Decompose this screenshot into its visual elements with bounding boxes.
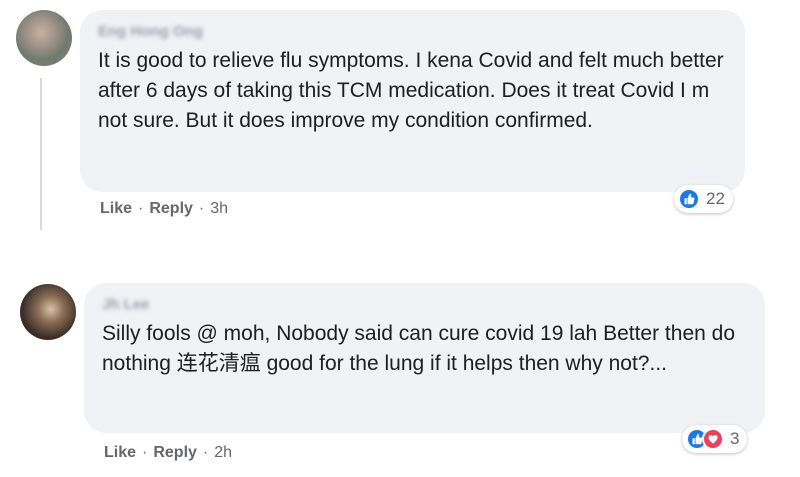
comment-bubble: Eng Hong Ong It is good to relieve flu s… [80,10,745,192]
comment-timestamp[interactable]: 3h [210,200,228,217]
like-button[interactable]: Like [100,200,132,217]
comment-author[interactable]: Jh Lee [102,295,747,315]
thread-connector-line [40,78,42,230]
reaction-count: 22 [706,189,725,208]
comment-actions: Like · Reply · 3h [100,200,228,218]
avatar[interactable] [16,10,72,66]
like-button[interactable]: Like [104,444,136,461]
like-icon [678,188,700,210]
love-icon [702,428,724,450]
comment-text: It is good to relieve flu symptoms. I ke… [98,49,724,132]
separator-dot: · [138,200,144,217]
reply-button[interactable]: Reply [149,200,193,217]
comment-author[interactable]: Eng Hong Ong [98,22,727,42]
comment-actions: Like · Reply · 2h [104,444,232,462]
separator-dot: · [202,444,209,461]
separator-dot: · [198,200,205,217]
comment-text: Silly fools @ moh, Nobody said can cure … [102,322,735,375]
reaction-count: 3 [730,429,740,448]
reactions-summary[interactable]: 22 [674,185,733,213]
comment-timestamp[interactable]: 2h [214,444,232,461]
reply-button[interactable]: Reply [153,444,197,461]
reactions-summary[interactable]: 3 [682,425,748,453]
avatar[interactable] [20,284,76,340]
comment-bubble: Jh Lee Silly fools @ moh, Nobody said ca… [84,283,765,433]
separator-dot: · [142,444,148,461]
